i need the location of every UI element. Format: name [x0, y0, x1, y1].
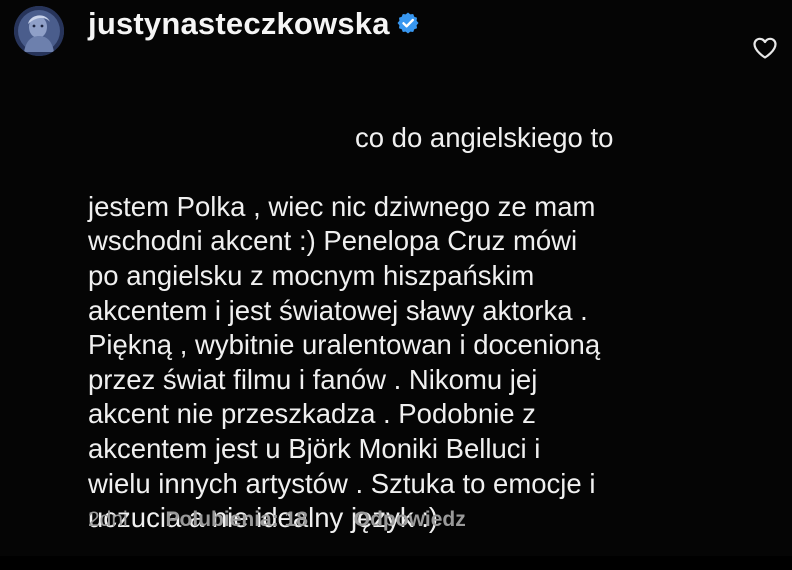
- comment-text-first-line: co do angielskiego to: [355, 121, 614, 153]
- avatar-image: [14, 6, 64, 56]
- comment-text-body: jestem Polka , wiec nic dziwnego ze mam …: [88, 190, 601, 534]
- comment-timestamp: 2dni: [88, 508, 128, 531]
- username-text[interactable]: justynasteczkowska: [88, 6, 390, 41]
- likes-count-button[interactable]: Polubienia: 18: [166, 506, 308, 534]
- comment-text: co do angielskiego to jestem Polka , wie…: [88, 86, 768, 570]
- reply-button[interactable]: Odpowiedz: [354, 506, 466, 534]
- comment-meta: 2dni Polubienia: 18 Odpowiedz: [88, 506, 466, 534]
- username[interactable]: justynasteczkowska: [88, 4, 420, 44]
- verified-badge-icon: [396, 11, 420, 35]
- avatar[interactable]: [14, 6, 64, 56]
- heart-outline-icon[interactable]: [752, 36, 778, 60]
- comment: justynasteczkowska co do angielskiego to…: [0, 0, 792, 556]
